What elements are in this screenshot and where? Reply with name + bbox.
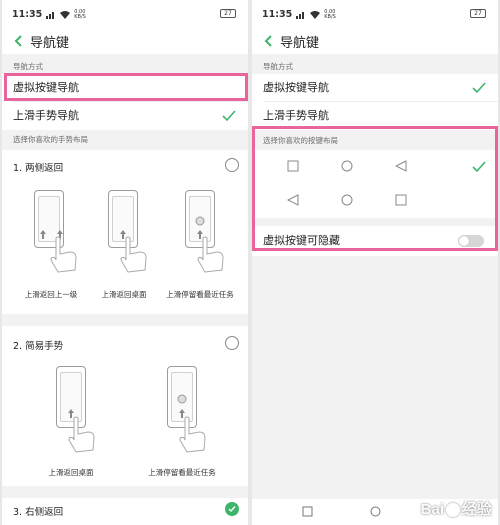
back-arrow-icon[interactable] [11,33,27,49]
hand-gesture-icon [68,416,95,453]
checkmark-icon [472,82,486,94]
left-phone-screen: 11:35 0.00 KB/S 27 导航键 导航方式 虚拟按键导航 上滑手势导… [2,0,248,525]
page-title: 导航键 [280,36,320,51]
right-phone-screen: 11:35 0.00 KB/S 27 导航键 导航方式 虚拟按键导航 上滑手势导… [252,0,498,525]
battery-level: 27 [224,10,232,17]
arrow-up-icon [40,230,46,239]
battery-icon: 27 [470,9,486,18]
triangle-left-icon [287,194,299,206]
nav-mode-section-label: 导航方式 [2,58,248,74]
gesture-layout-card-2[interactable]: 2. 简易手势 上滑返回桌面 上滑停留看最近任务 [2,326,248,486]
page-title: 导航键 [30,36,70,51]
layout-caption: 上滑返回桌面 [48,468,94,477]
option-label: 上滑手势导航 [263,109,329,122]
gesture-layout-card-1[interactable]: 1. 两侧返回 上滑返回上一级 上滑返回桌面 上滑停留看最近任务 [2,150,248,314]
checkmark-icon [222,110,236,122]
status-time: 11:35 [262,9,293,20]
circle-icon [341,160,353,172]
wifi-icon [60,10,71,19]
paw-icon [445,503,460,518]
circle-icon[interactable] [370,506,381,517]
network-speed: 0.00 KB/S [74,8,86,20]
title-bar: 导航键 [252,28,498,54]
status-bar: 11:35 0.00 KB/S 27 [2,0,248,28]
nav-mode-section-label: 导航方式 [252,58,498,74]
layout-title: 2. 简易手势 [13,341,64,352]
hand-gesture-icon [120,236,147,273]
square-icon [395,194,407,206]
hide-keys-toggle[interactable] [458,235,484,247]
battery-level: 27 [474,10,482,17]
signal-icon [46,11,55,19]
option-virtual-keys[interactable]: 虚拟按键导航 [252,74,498,102]
option-label: 上滑手势导航 [13,109,79,122]
option-label: 虚拟按键导航 [13,81,79,94]
layout-radio-1[interactable] [225,158,239,172]
square-icon[interactable] [302,506,313,517]
circle-icon [341,194,353,206]
watermark-text: 经验 [461,501,492,518]
key-layout-option-1[interactable] [252,150,498,184]
status-bar: 11:35 0.00 KB/S 27 [252,0,498,28]
layout-caption: 上滑停留看最近任务 [166,290,234,299]
key-layout-option-2[interactable] [252,184,498,218]
network-speed: 0.00 KB/S [324,8,336,20]
signal-icon [296,11,305,19]
option-gesture-nav[interactable]: 上滑手势导航 [2,102,248,130]
watermark-text: Bai [420,501,444,518]
option-virtual-keys[interactable]: 虚拟按键导航 [2,74,248,102]
gesture-layout-section-label: 选择你喜欢的手势布局 [2,130,248,150]
layout-title: 1. 两侧返回 [13,163,64,174]
option-gesture-nav[interactable]: 上滑手势导航 [252,102,498,130]
status-time: 11:35 [12,9,43,20]
triangle-left-icon [395,160,407,172]
layout-radio-2[interactable] [225,336,239,350]
hide-keys-setting[interactable]: 虚拟按键可隐藏 [252,226,498,256]
hand-gesture-icon [50,236,77,273]
toggle-knob [459,236,469,246]
checkmark-icon [472,161,486,173]
hold-indicator-icon [177,394,187,404]
gesture-layout-card-3[interactable]: 3. 右侧返回 [2,498,248,525]
back-arrow-icon[interactable] [261,33,277,49]
hand-gesture-icon [179,416,206,453]
layout-caption: 上滑停留看最近任务 [148,468,216,477]
title-bar: 导航键 [2,28,248,54]
layout-radio-3-selected[interactable] [225,502,239,516]
layout-title: 3. 右侧返回 [13,507,64,518]
wifi-icon [310,10,321,19]
baidu-watermark: Bai 经验 [421,498,492,519]
battery-icon: 27 [220,9,236,18]
key-layout-section-label: 选择你喜欢的按键布局 [252,130,498,150]
hold-indicator-icon [195,216,205,226]
setting-label: 虚拟按键可隐藏 [263,234,340,247]
hand-gesture-icon [197,236,224,273]
option-label: 虚拟按键导航 [263,81,329,94]
checkmark-icon [228,506,236,513]
square-icon [287,160,299,172]
